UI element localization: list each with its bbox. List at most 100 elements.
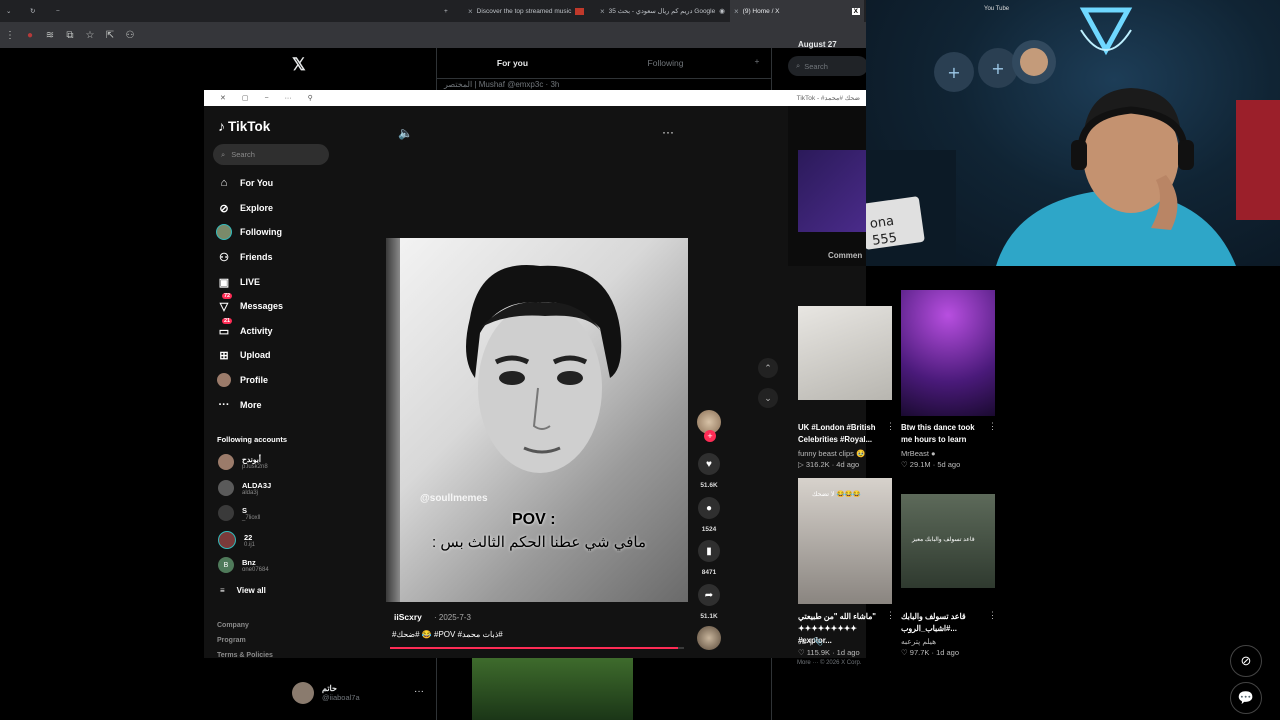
nav-for-you[interactable]: ⌂ For You [216,175,274,191]
tab-music[interactable]: × Discover the top streamed music [464,0,596,22]
chevron-down-icon: ⌄ [764,392,772,403]
close-icon[interactable]: × [600,7,605,16]
x-search-input[interactable]: ⌕ Search [788,56,868,76]
messages-icon[interactable]: 💬 [1230,682,1262,714]
follow-plus-icon[interactable]: + [704,430,716,442]
puzzle-icon[interactable]: ⧉ [60,30,80,41]
grok-icon[interactable]: ⊘ [1230,645,1262,677]
menu-dots-icon[interactable]: ··· [285,95,292,102]
video-progress-fill [390,647,679,649]
tab-google-search[interactable]: × 35 دريم كم ريال سعودي - بحث Google ◉ [596,0,732,22]
nav-profile[interactable]: Profile [216,372,268,388]
footer-link-company[interactable]: Company [217,622,249,629]
video-face-illustration [466,265,622,473]
search-icon: ⌕ [221,149,226,159]
share-count: 51.1K [700,613,718,620]
nav-explore[interactable]: ⊘ Explore [216,200,273,216]
nav-activity[interactable]: ▭ 21 Activity [216,318,273,339]
tiktok-search-input[interactable]: ⌕ Search [213,144,329,165]
upload-icon: ⊞ [219,349,229,362]
profile-avatar[interactable]: ● [20,30,40,41]
following-account[interactable]: 22 0.ij1 [218,531,255,549]
like-button[interactable]: ♥ 51.6K [697,453,721,489]
next-video-button[interactable]: ⌄ [758,388,778,408]
grid-stats: ♡ 115.9K · 1d ago [798,648,860,657]
menu-dots-icon[interactable]: ⋮ [0,30,20,41]
grid-author[interactable]: funny beast clips 🥹 [798,449,865,458]
post-image[interactable] [472,658,633,720]
x-footer: More ··· © 2026 X Corp. [797,660,862,666]
save-button[interactable]: ▮ 8471 [697,540,721,576]
browser-toolbar: ⋮ ● ≋ ⧉ ☆ ⇱ ⚇ [0,22,866,48]
nav-upload[interactable]: ⊞ Upload [216,347,270,363]
music-disc-icon[interactable] [697,626,721,650]
footer-link-terms[interactable]: Terms & Policies [217,652,273,659]
x-account-switcher[interactable]: حاتم @iiaboal7a [292,682,360,704]
tab-minimize[interactable]: − [56,0,76,22]
grid-author[interactable]: MrBeast ● [901,449,936,458]
account-icon[interactable]: ⚇ [120,30,140,41]
star-icon[interactable]: ☆ [80,30,100,41]
video-caption-overlay: مافي شي عطنا الحكم الثالث بس : [432,534,646,551]
video-progress-bar[interactable] [390,647,684,649]
close-icon[interactable]: × [468,7,473,16]
tab-for-you[interactable]: For you [436,50,589,78]
extensions-icon[interactable]: ≋ [40,30,60,41]
bookmark-icon: ▮ [698,540,720,562]
comment-button[interactable]: ● 1524 [697,497,721,533]
video-author[interactable]: iiScxry [394,612,422,622]
following-account[interactable]: ALDA3J alda3j [218,480,271,496]
nav-live[interactable]: ▣ LIVE [216,274,260,290]
grid-title[interactable]: Btw this dance took me hours to learn [901,422,985,446]
settings-plus-icon[interactable]: + [742,50,772,78]
grid-author[interactable]: غاد | 📎 [798,637,823,646]
more-icon[interactable]: ⋮ [988,610,997,621]
tab-x-home[interactable]: × (9) Home / X X [730,0,864,22]
chevron-down-icon: ⌄ [6,8,12,15]
nav-following[interactable]: Following [216,224,282,240]
following-account[interactable]: أبوندح p.lusk2n8 [218,454,268,470]
tab-refresh[interactable]: ↻ [30,0,50,22]
volume-icon[interactable]: 🔈 [398,126,413,140]
grid-author[interactable]: هيلم پترعبه [901,637,936,646]
x-logo-icon[interactable]: 𝕏 [292,55,306,75]
share-button[interactable]: ➦ 51.1K [697,584,721,620]
compass-icon: ⊘ [219,202,229,215]
view-all-button[interactable]: ≡ View all [220,586,266,595]
video-date: · 2025-7-3 [434,613,471,622]
browser-tab-bar: ⌄ ↻ − + × Discover the top streamed musi… [0,0,866,22]
tiktok-window-titlebar: ✕ ▢ − ··· ⚲ TikTok - #ضحك #محمد [204,90,866,106]
tab-following[interactable]: Following [589,50,742,78]
new-tab-button[interactable]: + [444,0,460,22]
avatar [218,531,236,549]
nav-more[interactable]: ··· More [216,397,262,413]
close-icon[interactable]: × [734,7,739,16]
nav-friends[interactable]: ⚇ Friends [216,249,272,265]
activity-badge: 21 [222,318,233,324]
share-icon[interactable]: ⇱ [100,30,120,41]
more-icon[interactable]: ⋮ [988,421,997,432]
minimize-icon[interactable]: − [265,95,269,102]
more-icon[interactable]: ⋮ [886,421,895,432]
grid-video-card[interactable] [798,306,892,400]
more-icon[interactable]: ⋮ [886,610,895,621]
tiktok-logo[interactable]: ♪ TikTok [218,118,270,134]
media-card[interactable] [798,150,866,232]
previous-video-button[interactable]: ⌃ [758,358,778,378]
video-more-icon[interactable]: ··· [662,125,674,139]
grid-title[interactable]: قاعد تسولف والبابك #اشباب_الروب... [901,611,985,635]
following-account[interactable]: B Bnz one07684 [218,557,269,573]
video-hashtags[interactable]: #ضحك# 😂 #POV #ذبات محمد# [392,630,503,639]
profile-avatar [217,373,231,387]
footer-link-program[interactable]: Program [217,637,246,644]
tab-strip-menu[interactable]: ⌄ [6,0,26,22]
video-pov-text: POV : [512,511,556,528]
following-account[interactable]: S _7lioxll [218,505,260,521]
maximize-icon[interactable]: ▢ [242,94,249,102]
account-more-icon[interactable]: ··· [414,686,424,697]
translate-icon[interactable]: ⚲ [308,94,313,102]
nav-messages[interactable]: ▽ 72 Messages [216,293,283,314]
close-icon[interactable]: ✕ [220,94,226,102]
grid-title[interactable]: UK #London #British Celebrities #Royal..… [798,422,882,446]
grid-video-card[interactable] [901,290,995,416]
